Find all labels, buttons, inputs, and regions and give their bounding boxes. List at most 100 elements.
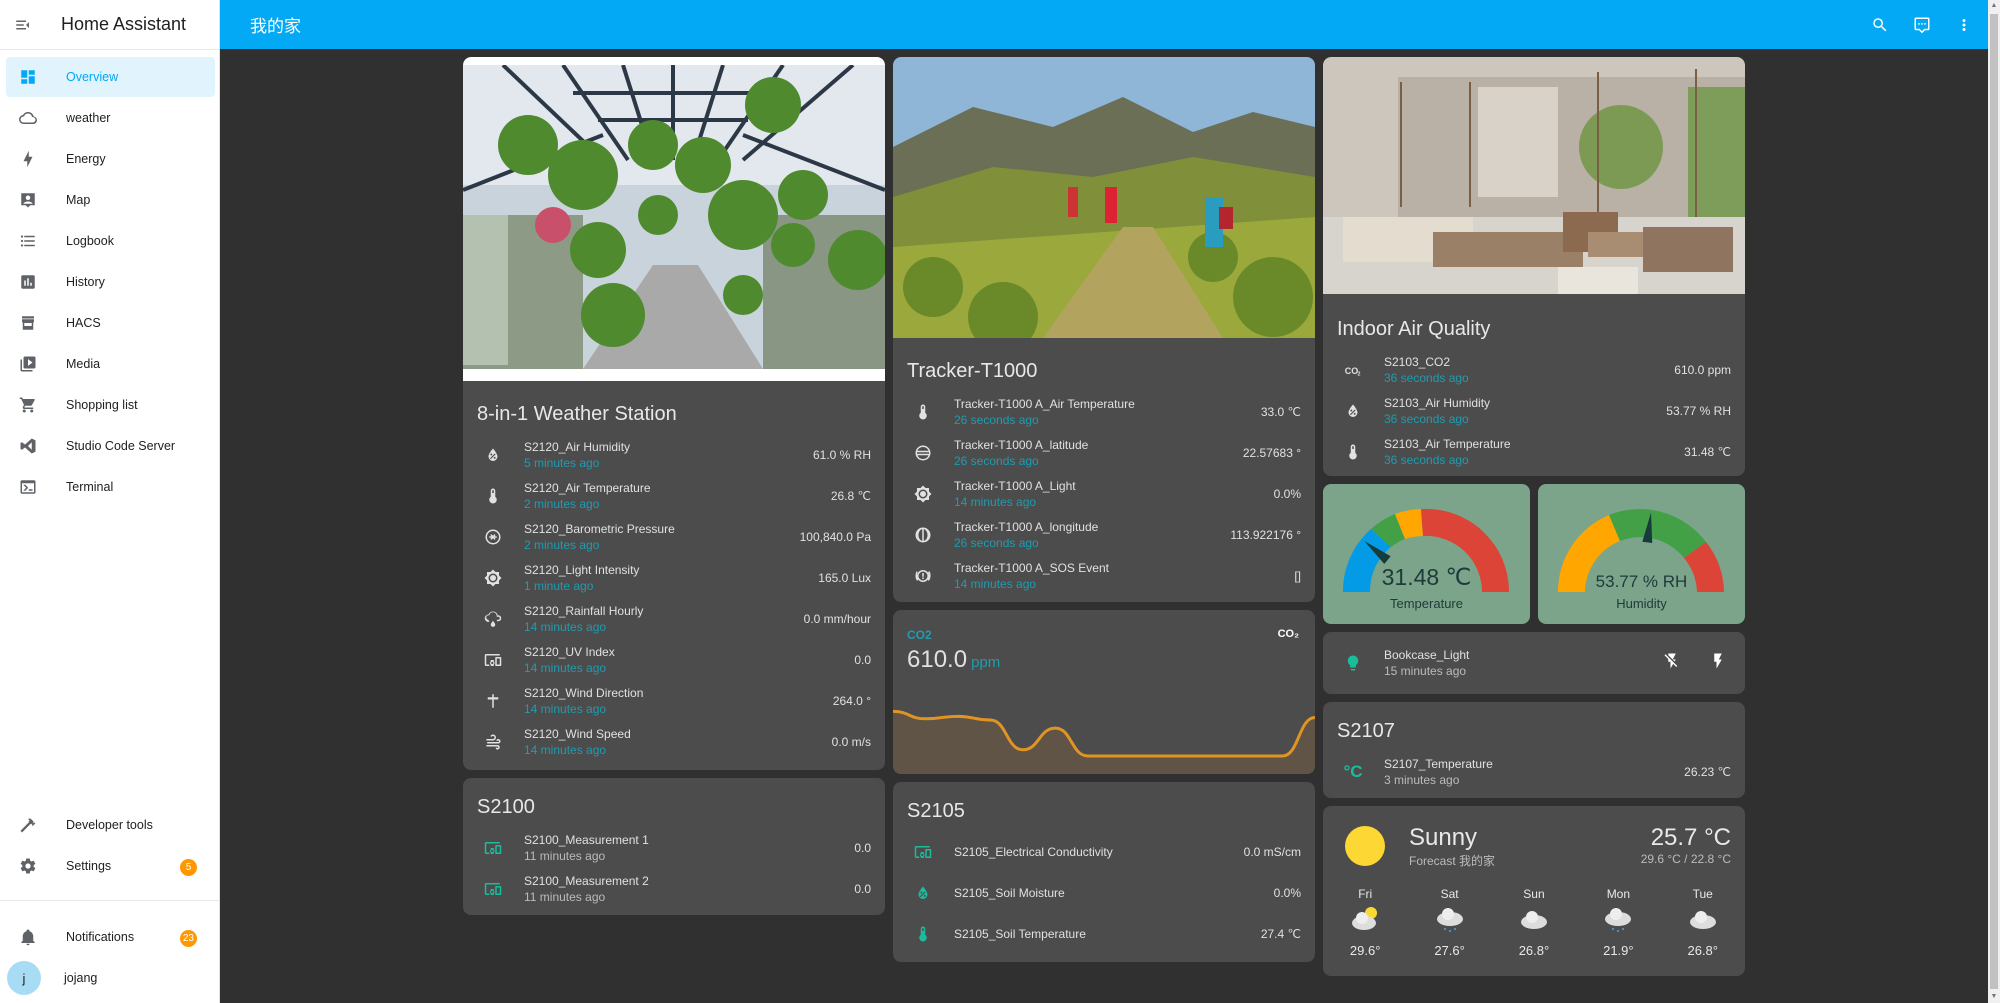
- co2-sensor-card[interactable]: CO2 610.0 ppm CO₂: [893, 610, 1315, 774]
- home-assistant-app: Home Assistant Overview weather Energy M…: [0, 0, 2000, 1003]
- entity-name: S2105_Electrical Conductivity: [954, 844, 1113, 859]
- entity-row-uv-index[interactable]: S2120_UV Index 14 minutes ago 0.0: [463, 639, 885, 680]
- sidebar-item-settings[interactable]: Settings 5: [6, 846, 215, 886]
- entity-row-measurement-2[interactable]: S2100_Measurement 2 11 minutes ago 0.0: [463, 868, 885, 909]
- entity-last-changed: 1 minute ago: [524, 578, 594, 593]
- sidebar-item-notifications[interactable]: Notifications 23: [6, 917, 215, 957]
- sidebar-item-map[interactable]: Map: [6, 180, 215, 220]
- s2105-card: S2105 S2105_Electrical Conductivity 0.0 …: [893, 782, 1315, 962]
- page-scrollbar[interactable]: ▲ ▼: [1988, 0, 2000, 1003]
- entity-row-s2107-temperature[interactable]: °C S2107_Temperature 3 minutes ago 26.23 …: [1323, 751, 1745, 792]
- entity-row-soil-moisture[interactable]: S2105_Soil Moisture 0.0%: [893, 872, 1315, 913]
- high-low-temperature: 29.6 °C / 22.8 °C: [1640, 852, 1731, 866]
- entity-row-tracker-latitude[interactable]: Tracker-T1000 A_latitude 26 seconds ago 2…: [893, 432, 1315, 473]
- entity-row-tracker-longitude[interactable]: Tracker-T1000 A_longitude 26 seconds ago …: [893, 514, 1315, 555]
- entity-value: []: [1294, 568, 1301, 583]
- entity-name: S2120_Light Intensity: [524, 562, 640, 577]
- sidebar-item-studio-code-server[interactable]: Studio Code Server: [6, 426, 215, 466]
- entity-row-barometric-pressure[interactable]: S2120_Barometric Pressure 2 minutes ago 1…: [463, 516, 885, 557]
- entity-row-tracker-air-temperature[interactable]: Tracker-T1000 A_Air Temperature 26 second…: [893, 391, 1315, 432]
- greenhouse-picture[interactable]: [463, 57, 885, 381]
- latitude-icon: [907, 444, 939, 462]
- scrollbar-thumb[interactable]: [1990, 14, 1998, 989]
- sidebar-item-weather[interactable]: weather: [6, 98, 215, 138]
- entity-last-changed: 26 seconds ago: [954, 412, 1039, 427]
- partly-cloudy-icon: [1335, 901, 1395, 937]
- entity-row-wind-speed[interactable]: S2120_Wind Speed 14 minutes ago 0.0 m/s: [463, 721, 885, 762]
- thermometer-icon: [477, 487, 509, 505]
- sidebar-item-shopping-list[interactable]: Shopping list: [6, 385, 215, 425]
- sidebar-item-label: Media: [66, 357, 101, 371]
- hacs-store-icon: [10, 314, 46, 332]
- weather-forecast-card[interactable]: Sunny Forecast 我的家 25.7 °C 29.6 °C / 22.…: [1323, 806, 1745, 976]
- entity-row-measurement-1[interactable]: S2100_Measurement 1 11 minutes ago 0.0: [463, 827, 885, 868]
- sidebar-item-overview[interactable]: Overview: [6, 57, 215, 97]
- bell-icon: [10, 928, 46, 946]
- sidebar-item-energy[interactable]: Energy: [6, 139, 215, 179]
- entity-row-electrical-conductivity[interactable]: S2105_Electrical Conductivity 0.0 mS/cm: [893, 831, 1315, 872]
- chart-box-icon: [10, 273, 46, 291]
- assist-chat-icon[interactable]: [1910, 13, 1934, 37]
- entity-name: S2103_CO2: [1384, 354, 1451, 369]
- entity-row-tracker-sos-event[interactable]: Tracker-T1000 A_SOS Event 14 minutes ago …: [893, 555, 1315, 596]
- cloud-outline-icon: [10, 109, 46, 127]
- entity-row-tracker-light[interactable]: Tracker-T1000 A_Light 14 minutes ago 0.0%: [893, 473, 1315, 514]
- sidebar-item-profile[interactable]: j jojang: [6, 958, 215, 998]
- flash-on-button[interactable]: [1709, 652, 1727, 675]
- entity-last-changed: 36 seconds ago: [1384, 370, 1469, 385]
- weather-state: Sunny: [1409, 824, 1478, 851]
- water-percent-icon: [477, 446, 509, 464]
- entity-row-air-temperature[interactable]: S2103_Air Temperature 36 seconds ago 31.4…: [1323, 431, 1745, 472]
- console-icon: [10, 478, 46, 496]
- entity-value: 27.4 ℃: [1260, 926, 1301, 941]
- entity-row-air-humidity[interactable]: S2103_Air Humidity 36 seconds ago 53.77 %…: [1323, 390, 1745, 431]
- sidebar: Home Assistant Overview weather Energy M…: [0, 0, 220, 1003]
- water-percent-icon: [1337, 402, 1369, 420]
- lightning-bolt-icon: [10, 150, 46, 168]
- entity-row-bookcase-light[interactable]: Bookcase_Light 15 minutes ago: [1323, 632, 1745, 694]
- sidebar-item-logbook[interactable]: Logbook: [6, 221, 215, 261]
- menu-collapse-icon[interactable]: [0, 0, 46, 50]
- entity-name: S2120_Wind Speed: [524, 726, 631, 741]
- entity-row-co2[interactable]: CO 2 S2103_CO2 36 seconds ago 610.0 ppm: [1323, 349, 1745, 390]
- sidebar-item-label: Terminal: [66, 480, 114, 494]
- entity-row-wind-direction[interactable]: S2120_Wind Direction 14 minutes ago 264.0…: [463, 680, 885, 721]
- gauge-name: Humidity: [1616, 596, 1667, 611]
- entity-name: S2100_Measurement 1: [524, 832, 649, 847]
- entity-row-light-intensity[interactable]: S2120_Light Intensity 1 minute ago 165.0 …: [463, 557, 885, 598]
- entity-name: Tracker-T1000 A_SOS Event: [954, 560, 1109, 575]
- entity-name: S2120_Rainfall Hourly: [524, 603, 644, 618]
- rainy-icon: [1420, 901, 1480, 937]
- sidebar-item-history[interactable]: History: [6, 262, 215, 302]
- living-room-picture[interactable]: [1323, 57, 1745, 294]
- sidebar-item-developer-tools[interactable]: Developer tools: [6, 805, 215, 845]
- entity-row-soil-temperature[interactable]: S2105_Soil Temperature 27.4 ℃: [893, 913, 1315, 954]
- entity-row-air-temperature[interactable]: S2120_Air Temperature 2 minutes ago 26.8 …: [463, 475, 885, 516]
- humidity-gauge[interactable]: 53.77 % RH Humidity: [1538, 484, 1745, 624]
- entity-name: S2105_Soil Moisture: [954, 885, 1065, 900]
- cog-icon: [10, 857, 46, 875]
- temperature-gauge[interactable]: 31.48 ℃ Temperature: [1323, 484, 1530, 624]
- entity-row-rainfall-hourly[interactable]: S2120_Rainfall Hourly 14 minutes ago 0.0 …: [463, 598, 885, 639]
- sidebar-header: Home Assistant: [0, 0, 219, 50]
- sidebar-item-media[interactable]: Media: [6, 344, 215, 384]
- thermometer-icon: [1337, 443, 1369, 461]
- scroll-up-arrow[interactable]: ▲: [1988, 0, 2000, 12]
- entity-value: 0.0%: [1273, 486, 1301, 501]
- search-icon[interactable]: [1868, 13, 1892, 37]
- card-title: S2100: [477, 796, 535, 818]
- entity-last-changed: 14 minutes ago: [524, 660, 607, 675]
- gauge-name: Temperature: [1390, 596, 1463, 611]
- scroll-down-arrow[interactable]: ▼: [1988, 991, 2000, 1003]
- sidebar-item-terminal[interactable]: Terminal: [6, 467, 215, 507]
- entity-value: 0.0: [854, 652, 871, 667]
- hiking-picture[interactable]: [893, 57, 1315, 338]
- sidebar-item-hacs[interactable]: HACS: [6, 303, 215, 343]
- forecast-day: Sat 27.6°: [1420, 887, 1480, 958]
- dots-vertical-icon[interactable]: [1952, 13, 1976, 37]
- entity-row-air-humidity[interactable]: S2120_Air Humidity 5 minutes ago 61.0 % R…: [463, 434, 885, 475]
- devices-icon: [477, 651, 509, 669]
- flash-off-button[interactable]: [1663, 652, 1681, 675]
- bookcase-light-card: Bookcase_Light 15 minutes ago: [1323, 632, 1745, 694]
- entity-name: S2120_Wind Direction: [524, 685, 644, 700]
